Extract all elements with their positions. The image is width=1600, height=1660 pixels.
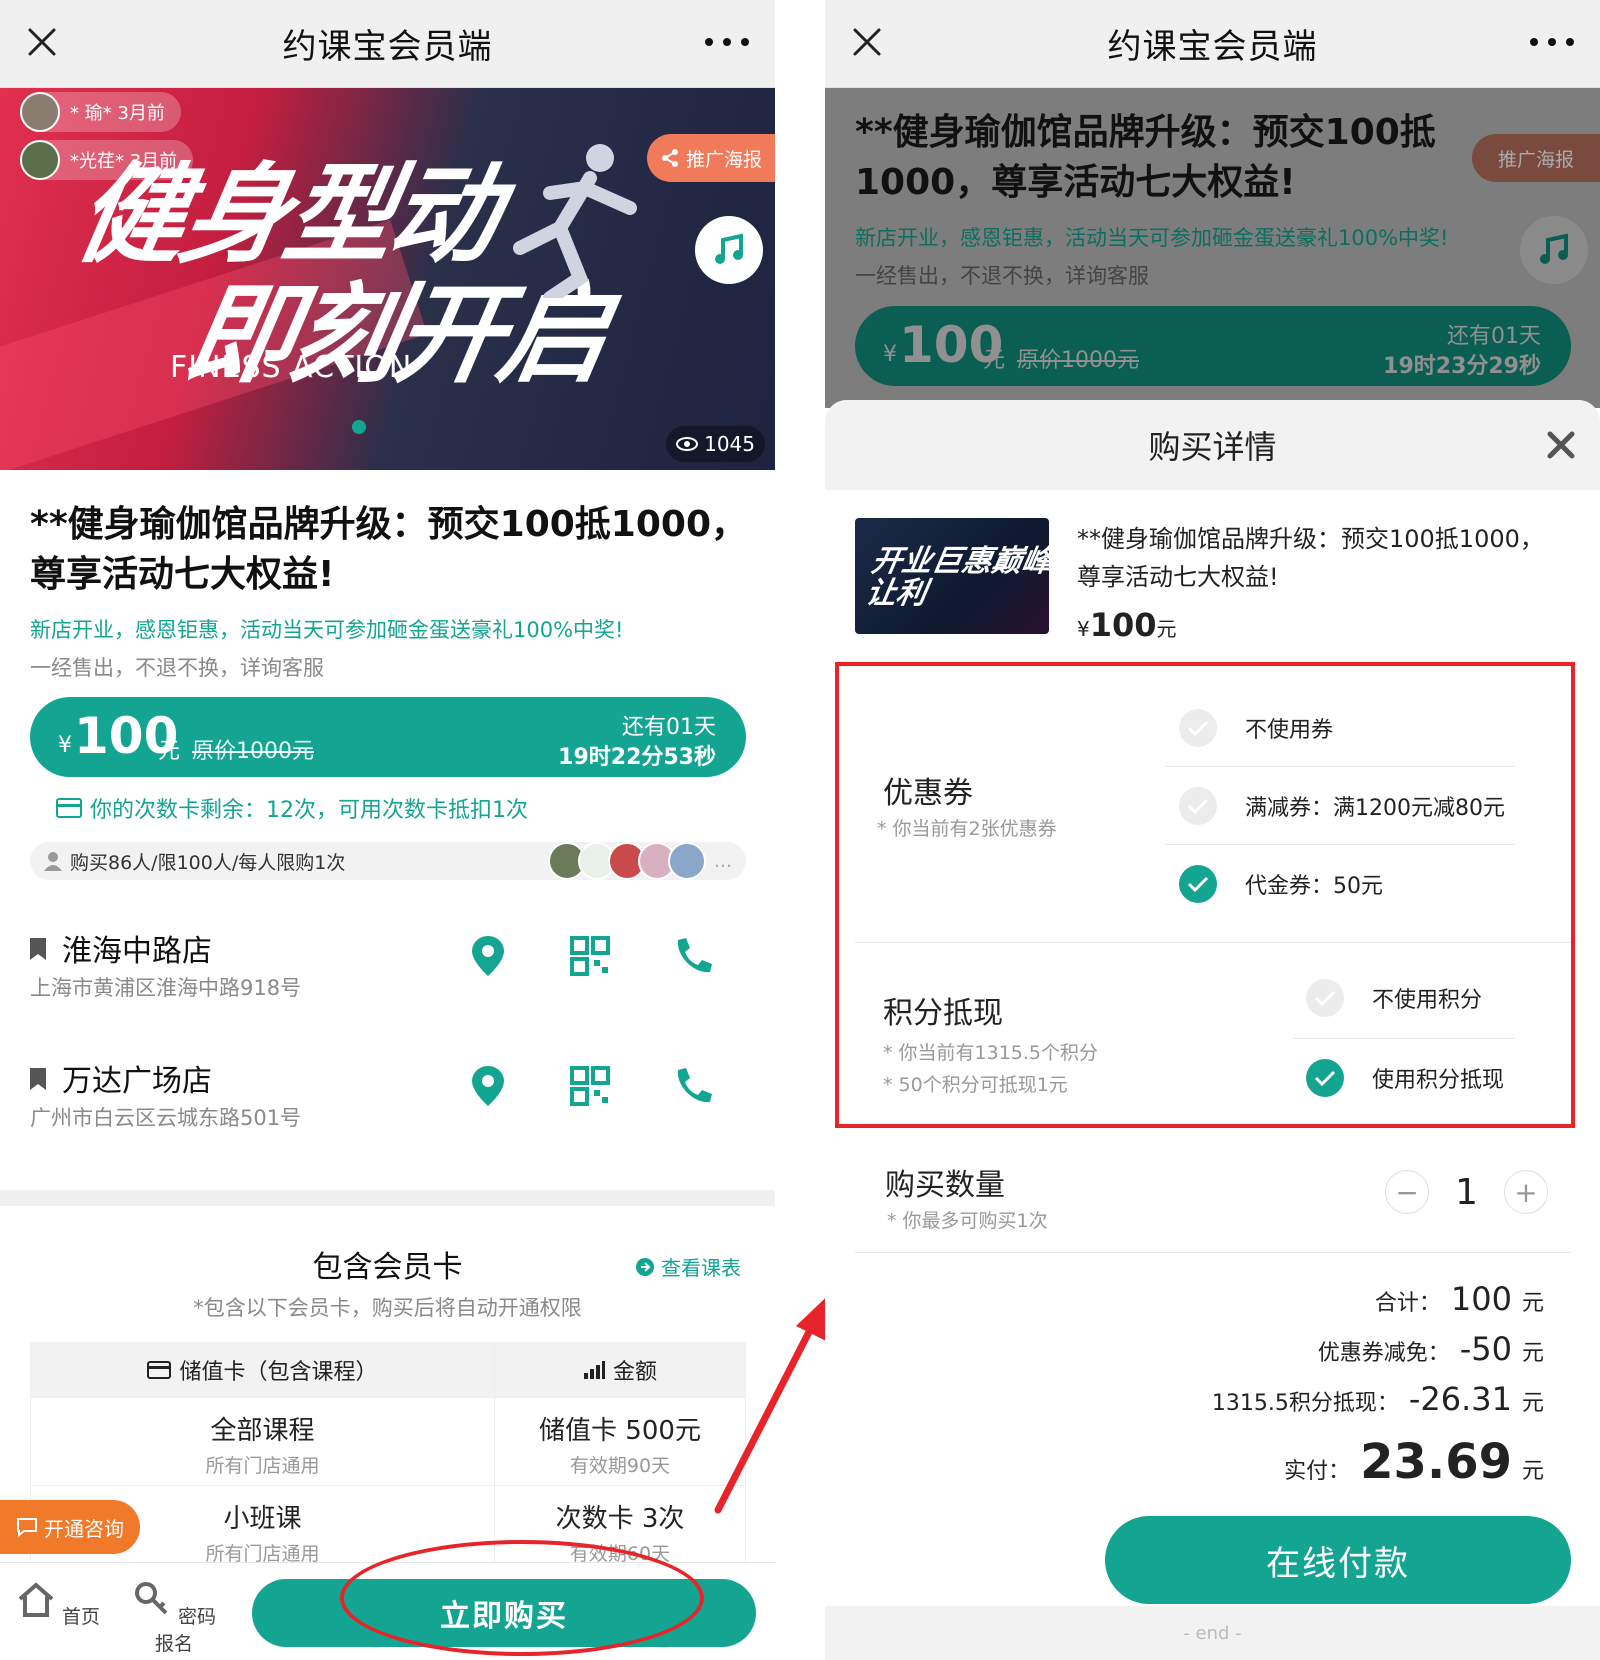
quantity-value: 1 [1455,1171,1478,1213]
view-count: 1045 [666,426,765,462]
product-title: **健身瑜伽馆品牌升级：预交100抵1000，尊享活动七大权益! [30,504,747,595]
nav-bar: 约课宝会员端 [825,0,1600,88]
points-label: 积分抵现 [883,996,1003,1031]
more-icon[interactable] [705,22,749,62]
buyer-stats[interactable]: 购买86人/限100人/每人限购1次 ... [30,842,746,880]
coupon-option-discount[interactable]: 满减券：满1200元减80元 [1179,768,1505,844]
countdown-time: 19时22分53秒 [558,745,716,770]
table-header-card: 储值卡（包含课程） [31,1343,495,1397]
coupon-label: 优惠券 [883,776,973,811]
coupon-discount-row: 优惠券减免： -50 元 [1317,1330,1544,1368]
product-price: ¥100元 [1077,606,1177,644]
home-icon [18,1582,54,1617]
checkbox-icon [1179,787,1217,825]
phone-icon[interactable] [672,1064,712,1108]
end-marker: - end - [825,1606,1600,1660]
avatar [20,140,60,180]
card-icon [147,1361,172,1379]
product-thumbnail: 开业巨惠巅峰让利 [855,518,1049,634]
points-discount-row: 1315.5积分抵现： -26.31 元 [1211,1380,1544,1418]
close-icon[interactable] [1544,428,1578,462]
carousel-dot[interactable] [352,420,366,434]
consult-button[interactable]: 开通咨询 [0,1500,140,1554]
product-summary: 开业巨惠巅峰让利 **健身瑜伽馆品牌升级：预交100抵1000，尊享活动七大权益… [855,518,1575,644]
paid-row: 实付： 23.69 元 [1284,1434,1544,1490]
phone-icon[interactable] [672,934,712,978]
sheet-title: 购买详情 [1148,428,1277,466]
checkbox-icon [1179,709,1217,747]
nav-bar: 约课宝会员端 [0,0,775,88]
close-icon[interactable] [847,22,887,62]
app-title: 约课宝会员端 [1107,27,1318,67]
membership-subtitle: *包含以下会员卡，购买后将自动开通权限 [193,1296,582,1320]
quantity-label: 购买数量 [885,1168,1005,1203]
app-title: 约课宝会员端 [282,27,493,67]
chat-icon [17,1518,37,1537]
right-screen: 约课宝会员端 **健身瑜伽馆品牌升级：预交100抵1000，尊享活动七大权益! … [825,0,1600,1660]
points-rate: * 50个积分可抵现1元 [883,1074,1068,1096]
location-pin-icon[interactable] [468,1064,508,1108]
buyer-pill-1: * 瑜* 3月前 [20,92,181,132]
buyer-avatars: ... [547,842,732,880]
person-icon [44,852,62,871]
total-row: 合计： 100 元 [1374,1280,1544,1318]
music-note-icon [1520,216,1588,284]
product-subtitle: 新店开业，感恩钜惠，活动当天可参加砸金蛋送豪礼100%中奖! [30,618,624,642]
section-divider [0,1190,775,1206]
dimmed-background[interactable]: **健身瑜伽馆品牌升级：预交100抵1000，尊享活动七大权益! 推广海报 新店… [825,88,1600,408]
pay-online-button[interactable]: 在线付款 [1105,1516,1571,1604]
view-schedule-link[interactable]: 查看课表 [635,1252,741,1281]
store-item[interactable]: 淮海中路店 上海市黄浦区淮海中路918号 [30,926,746,1026]
points-option-use[interactable]: 使用积分抵现 [1306,1040,1504,1116]
product-name: **健身瑜伽馆品牌升级：预交100抵1000，尊享活动七大权益! [1077,525,1544,591]
runner-illustration [513,144,637,298]
checkmark-icon [1179,865,1217,903]
card-balance: 你的次数卡剩余：12次，可用次数卡抵扣1次 [56,792,528,824]
minus-button[interactable]: − [1385,1170,1430,1214]
purchase-sheet: 购买详情 开业巨惠巅峰让利 **健身瑜伽馆品牌升级：预交100抵1000，尊享活… [825,400,1600,1660]
arrow-circle-icon [636,1257,654,1276]
plus-button[interactable]: + [1504,1170,1548,1214]
close-icon[interactable] [22,22,62,62]
bookmark-icon [30,938,46,960]
points-option-none[interactable]: 不使用积分 [1306,960,1482,1036]
store-item[interactable]: 万达广场店 广州市白云区云城东路501号 [30,1056,746,1156]
music-note-icon [715,233,743,264]
price-bar: ¥ 100 元 原价1000元 还有01天 19时22分53秒 [30,697,746,777]
annotation-ellipse [340,1540,704,1656]
qr-code-icon[interactable] [570,934,610,978]
sheet-header: 购买详情 [825,400,1600,490]
points-hint: * 你当前有1315.5个积分 [883,1042,1099,1064]
qr-code-icon[interactable] [570,1064,610,1108]
tab-password-signup[interactable]: 密码报名 [124,1581,224,1656]
tab-home[interactable]: 首页 [8,1581,108,1629]
bookmark-icon [30,1068,46,1090]
eye-icon [676,437,699,451]
signal-bars-icon [583,1361,605,1379]
promo-poster-button[interactable]: 推广海报 [647,134,775,182]
product-note: 一经售出，不退不换，详询客服 [30,656,324,680]
key-icon [134,1582,168,1615]
checkbox-icon [1306,979,1344,1017]
hero-banner[interactable]: 健身型动 即刻开启 FINESS ACTION * 瑜* 3月前 *光荏* 3月… [0,88,775,470]
coupon-option-voucher[interactable]: 代金券：50元 [1179,846,1383,922]
checkmark-icon [1306,1059,1344,1097]
location-pin-icon[interactable] [468,934,508,978]
quantity-hint: * 你最多可购买1次 [887,1210,1048,1232]
coupon-option-none[interactable]: 不使用券 [1179,690,1333,766]
membership-table: 储值卡（包含课程） 金额 全部课程 所有门店通用 储值卡 500元 有效期90天 小… [30,1342,746,1574]
left-screen: 约课宝会员端 健身型动 即刻开启 FINESS ACTION * 瑜* 3月前 … [0,0,775,1660]
music-button[interactable] [695,216,763,284]
banner-tagline: FINESS ACTION [170,350,413,385]
countdown-days: 还有01天 [622,715,716,740]
more-icon[interactable] [1530,22,1574,62]
coupon-hint: * 你当前有2张优惠券 [877,818,1057,840]
table-row: 全部课程 所有门店通用 储值卡 500元 有效期90天 [31,1397,745,1485]
quantity-stepper: − 1 + [1385,1170,1548,1214]
card-icon [56,798,82,818]
buyer-pill-2: *光荏* 3月前 [20,140,194,180]
share-icon [661,149,678,167]
avatar [20,92,60,132]
original-price: 原价1000元 [192,739,314,764]
